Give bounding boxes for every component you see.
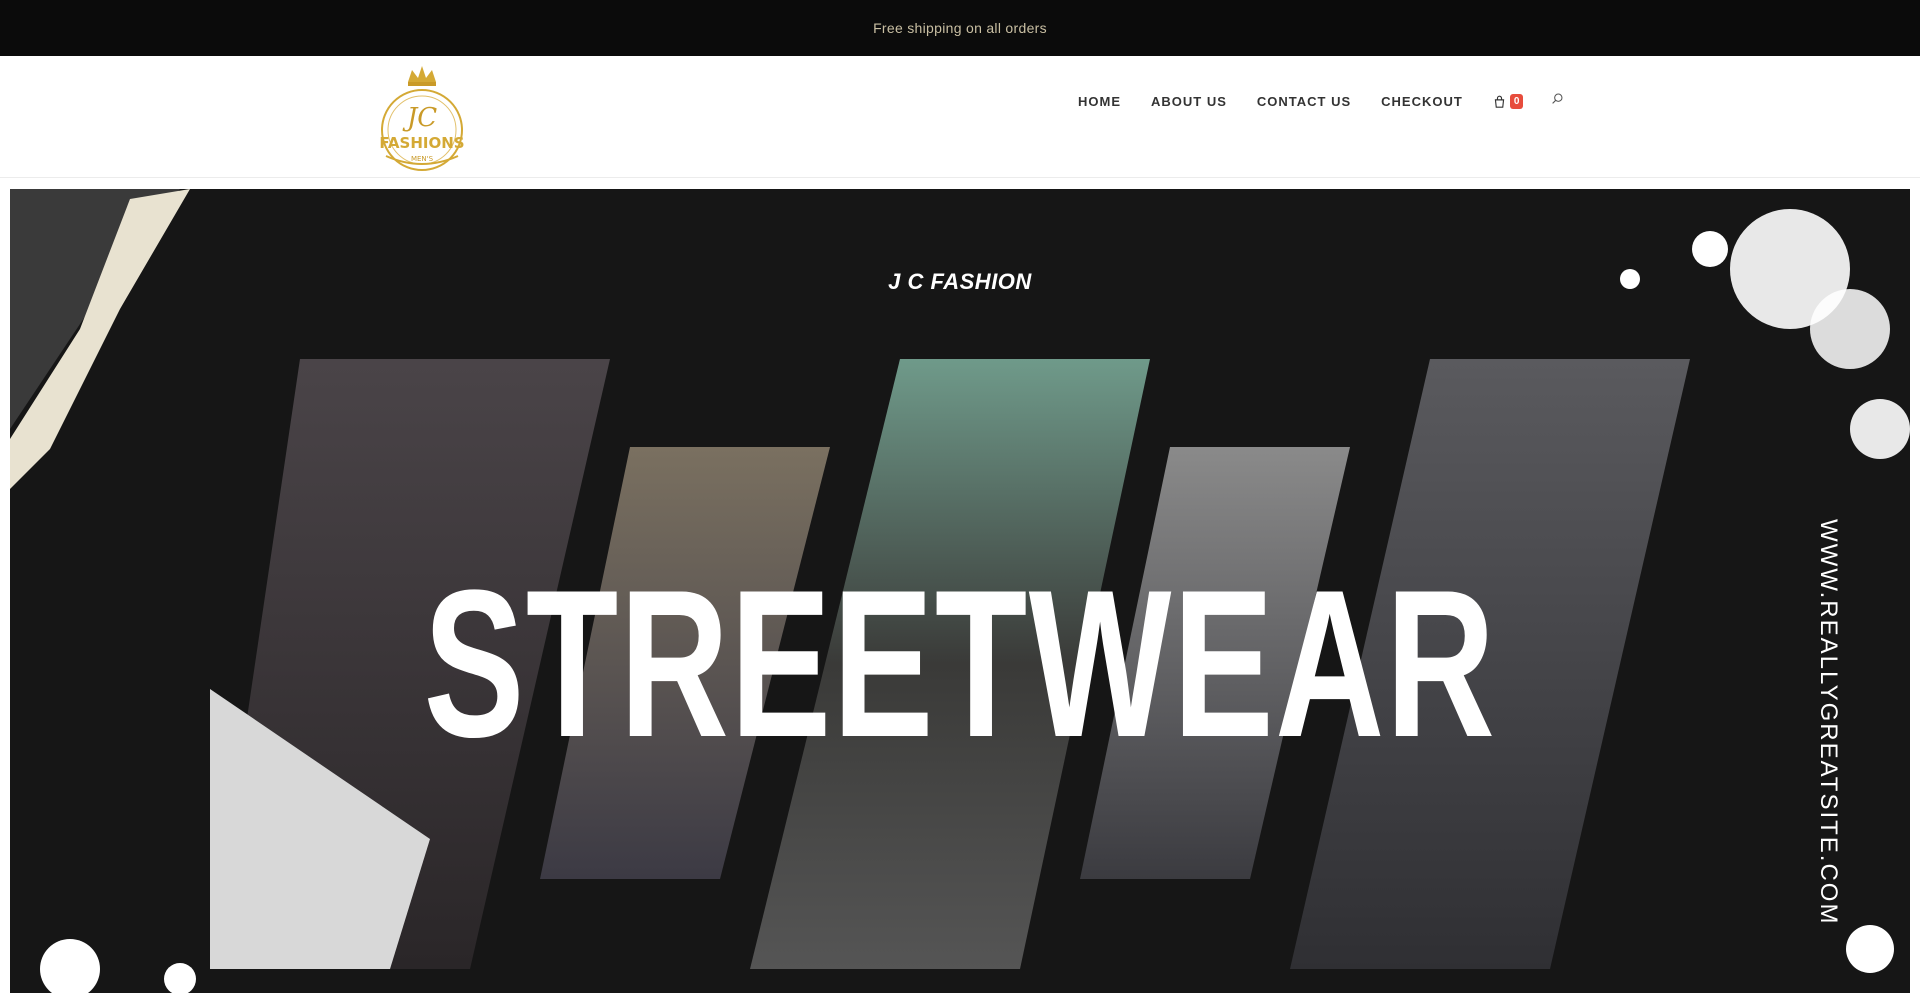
cart-count-badge: 0 — [1509, 93, 1524, 109]
hero-title: J C FASHION — [888, 269, 1032, 294]
logo-monogram: JC — [402, 103, 437, 133]
nav-contact-us[interactable]: CONTACT US — [1257, 94, 1351, 109]
nav-checkout[interactable]: CHECKOUT — [1381, 94, 1463, 109]
nav-home[interactable]: HOME — [1078, 94, 1121, 109]
search-button[interactable] — [1551, 92, 1564, 110]
site-logo[interactable]: JC FASHIONS MEN'S — [366, 64, 478, 180]
site-header: JC FASHIONS MEN'S HOME ABOUT US CONTACT … — [0, 56, 1920, 178]
logo-graphic: JC FASHIONS MEN'S — [379, 66, 465, 171]
search-icon — [1552, 93, 1563, 104]
nav-about-us[interactable]: ABOUT US — [1151, 94, 1227, 109]
announcement-text: Free shipping on all orders — [873, 20, 1047, 36]
main-nav: HOME ABOUT US CONTACT US CHECKOUT 0 — [1078, 92, 1564, 110]
hero-side-url: WWW.REALLYGREATSITE.COM — [1815, 519, 1842, 926]
cart-icon — [1494, 95, 1505, 108]
logo-subtext: MEN'S — [411, 155, 434, 163]
hero-banner: J C FASHION STREETWEAR WWW.REALLYGREATSI… — [10, 189, 1910, 993]
hero-headline: STREETWEAR — [423, 546, 1497, 781]
logo-wordmark: FASHIONS — [379, 134, 464, 152]
announcement-bar: Free shipping on all orders — [0, 0, 1920, 56]
cart-button[interactable]: 0 — [1493, 93, 1524, 109]
